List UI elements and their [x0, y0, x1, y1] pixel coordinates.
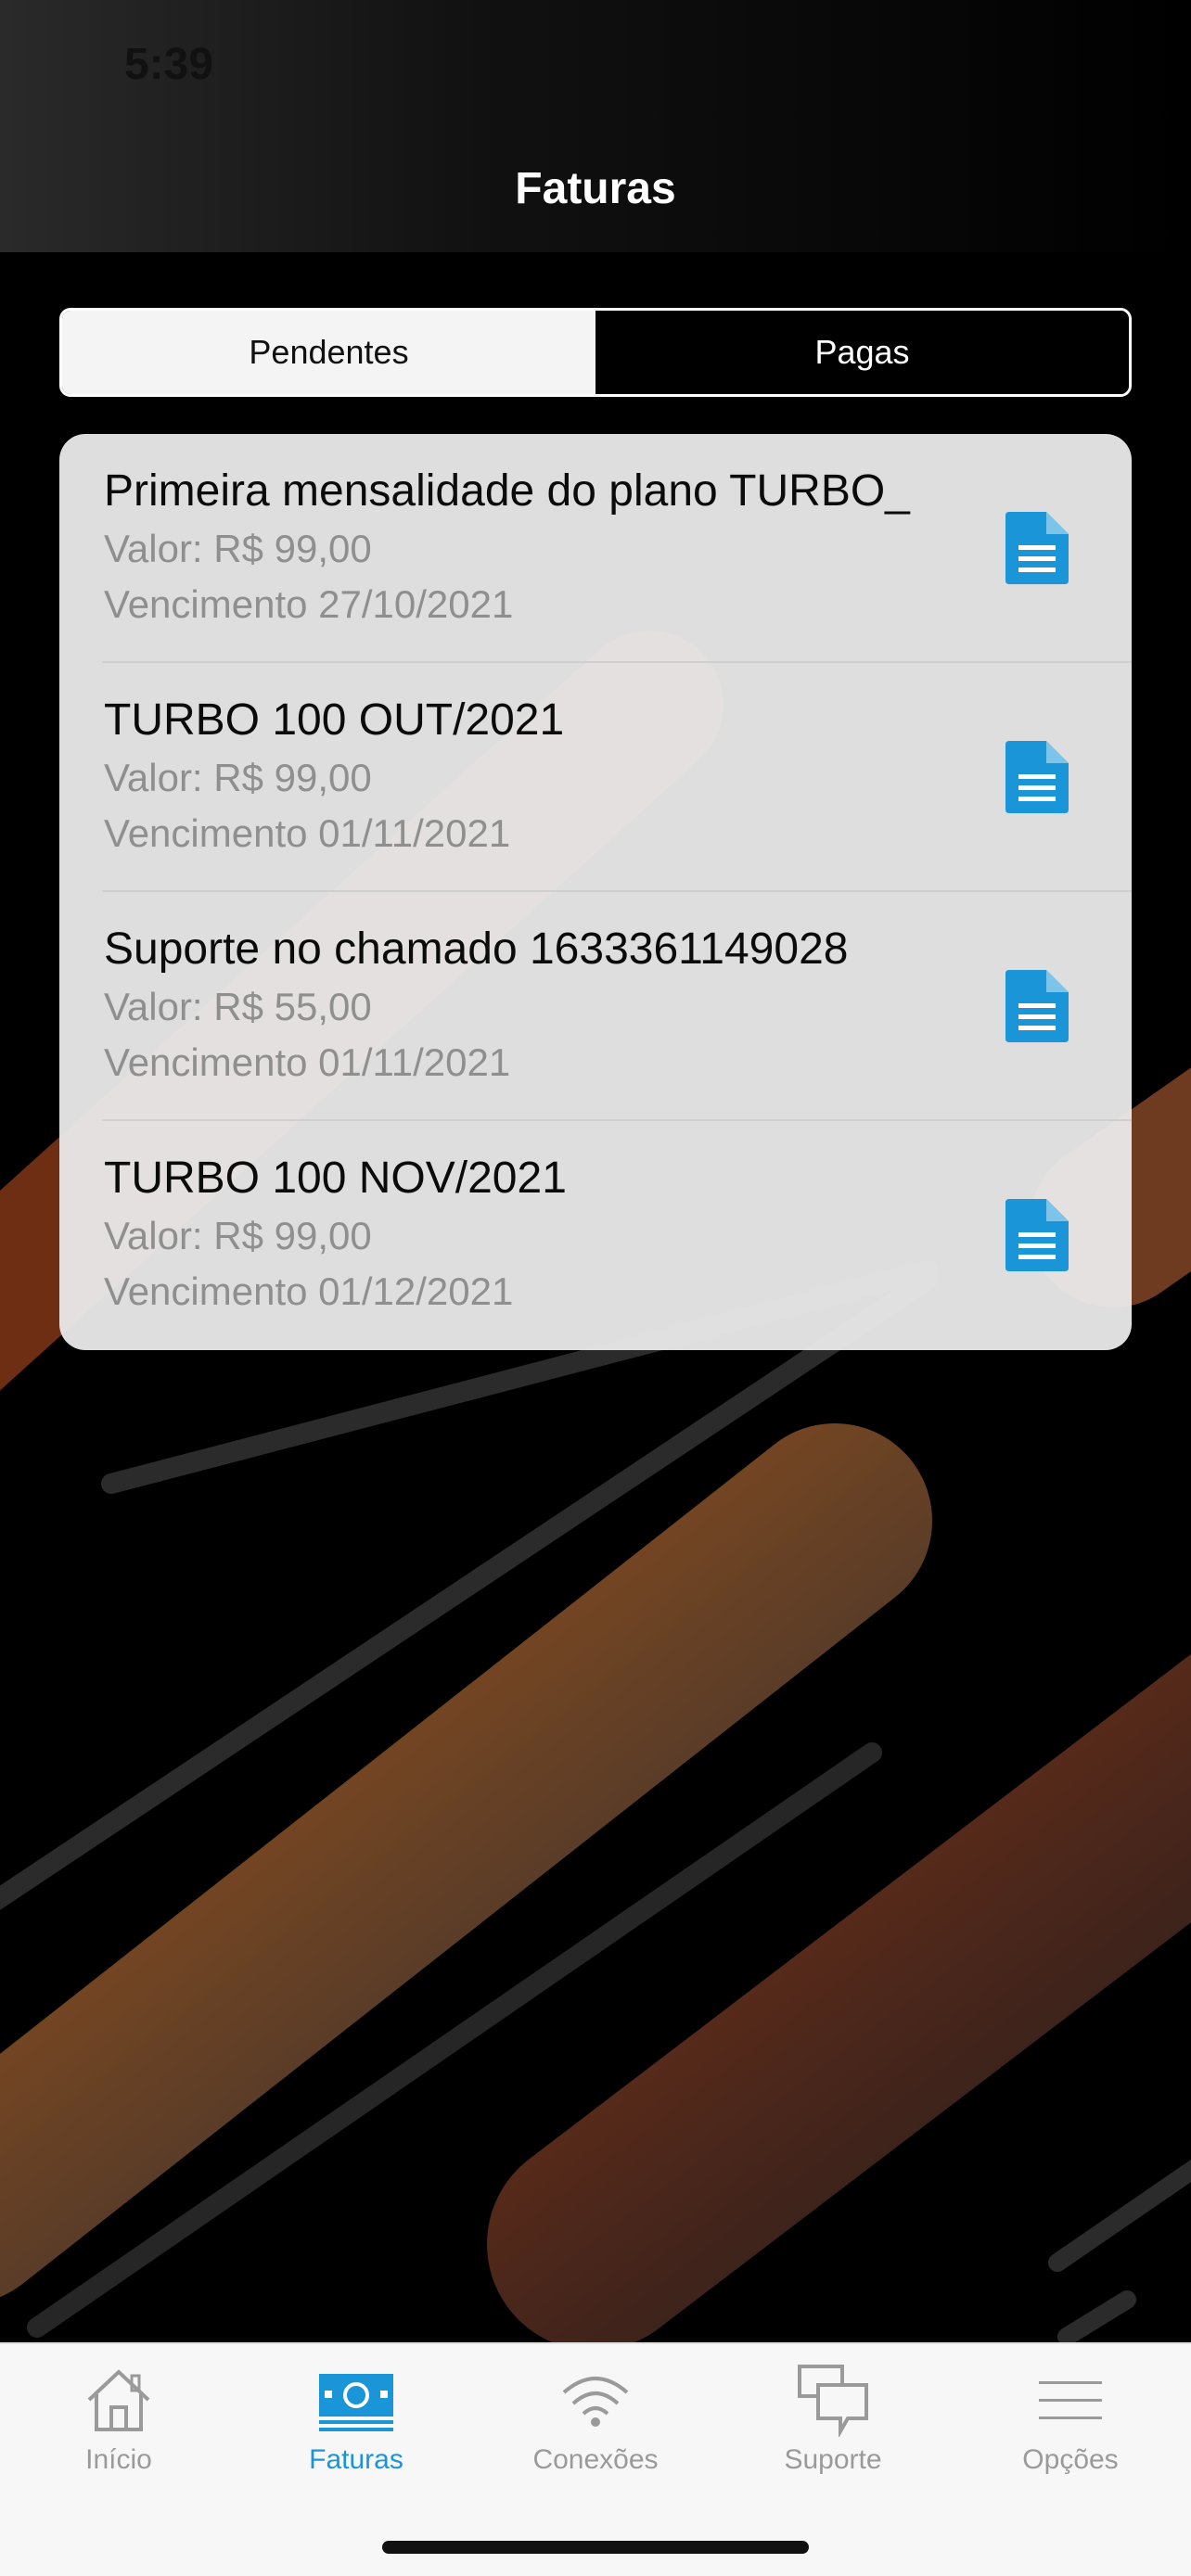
tab-label: Opções	[1022, 2444, 1119, 2475]
invoice-value: Valor: R$ 99,00	[104, 527, 372, 570]
invoice-title: TURBO 100 NOV/2021	[104, 1154, 567, 1203]
tab-suporte[interactable]: Suporte	[714, 2363, 952, 2511]
tab-label: Faturas	[309, 2444, 403, 2475]
tab-label: Suporte	[784, 2444, 882, 2475]
invoice-row[interactable]: Primeira mensalidade do plano TURBO_ Val…	[59, 434, 1132, 663]
invoice-title: Suporte no chamado 1633361149028	[104, 925, 849, 974]
invoice-due-date: Vencimento 01/11/2021	[104, 1040, 511, 1084]
invoice-row[interactable]: TURBO 100 NOV/2021 Valor: R$ 99,00 Venci…	[59, 1121, 1132, 1350]
tab-conexoes[interactable]: Conexões	[477, 2363, 714, 2511]
document-icon[interactable]	[1005, 741, 1069, 813]
home-indicator[interactable]	[382, 2541, 809, 2554]
invoice-value: Valor: R$ 55,00	[104, 985, 372, 1028]
invoice-value: Valor: R$ 99,00	[104, 1214, 372, 1257]
tab-inicio[interactable]: Início	[0, 2363, 237, 2511]
tab-faturas[interactable]: Faturas	[237, 2363, 475, 2511]
tab-opcoes[interactable]: Opções	[952, 2363, 1189, 2511]
invoice-row[interactable]: TURBO 100 OUT/2021 Valor: R$ 99,00 Venci…	[59, 663, 1132, 892]
segmented-control: Pendentes Pagas	[59, 308, 1132, 397]
segment-pagas[interactable]: Pagas	[596, 311, 1129, 394]
invoice-row[interactable]: Suporte no chamado 1633361149028 Valor: …	[59, 892, 1132, 1121]
invoice-due-date: Vencimento 27/10/2021	[104, 582, 514, 626]
segment-pendentes[interactable]: Pendentes	[62, 311, 596, 394]
chat-bubbles-icon	[798, 2365, 868, 2437]
page-title: Faturas	[515, 164, 676, 213]
wifi-icon	[562, 2377, 629, 2427]
tab-label: Início	[85, 2444, 152, 2475]
document-icon[interactable]	[1005, 512, 1069, 584]
invoice-value: Valor: R$ 99,00	[104, 756, 372, 799]
home-icon	[87, 2369, 150, 2431]
status-time: 5:39	[124, 40, 214, 89]
invoice-list: Primeira mensalidade do plano TURBO_ Val…	[59, 434, 1132, 1350]
invoice-due-date: Vencimento 01/12/2021	[104, 1269, 514, 1313]
invoice-title: Primeira mensalidade do plano TURBO_	[104, 466, 910, 516]
status-bar-background	[0, 0, 1191, 252]
banknote-icon	[319, 2374, 393, 2431]
document-icon[interactable]	[1005, 970, 1069, 1042]
tab-label: Conexões	[532, 2444, 659, 2475]
menu-icon	[1039, 2381, 1102, 2419]
invoice-title: TURBO 100 OUT/2021	[104, 695, 565, 745]
invoice-due-date: Vencimento 01/11/2021	[104, 811, 511, 855]
document-icon[interactable]	[1005, 1199, 1069, 1271]
